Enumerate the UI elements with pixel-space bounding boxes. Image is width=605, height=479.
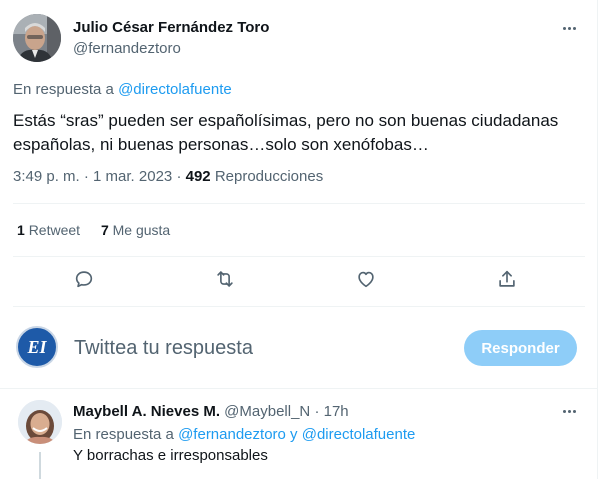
- views-label: Reproducciones: [214, 168, 324, 185]
- divider: [13, 306, 585, 307]
- meta-separator: ·: [176, 168, 182, 185]
- author-handle[interactable]: @fernandeztoro: [73, 40, 181, 57]
- reply-header: Maybell A. Nieves M. @Maybell_N · 17h: [73, 403, 349, 420]
- tweet-thread: Julio César Fernández Toro @fernandeztor…: [0, 0, 598, 479]
- reply-author-handle[interactable]: @Maybell_N: [224, 403, 310, 420]
- retweets-stat[interactable]: 1 Retweet: [17, 222, 84, 238]
- reply-replying-prefix: En respuesta a: [73, 426, 174, 443]
- views-count: 492: [185, 168, 211, 185]
- author-name[interactable]: Julio César Fernández Toro: [73, 19, 269, 36]
- retweets-label: Retweet: [28, 222, 81, 238]
- share-icon: [499, 270, 515, 287]
- replying-to-prefix: En respuesta a: [13, 81, 114, 98]
- likes-stat[interactable]: 7 Me gusta: [101, 222, 170, 238]
- retweets-count: 1: [17, 222, 25, 238]
- reply-more-options-icon[interactable]: [559, 401, 579, 421]
- replying-to-link[interactable]: @directolafuente: [118, 81, 232, 98]
- meta-separator: ·: [83, 168, 89, 185]
- divider: [0, 388, 598, 389]
- reply-submit-button[interactable]: Responder: [464, 330, 577, 366]
- retweet-icon: [217, 271, 233, 287]
- reply-replying-link-2[interactable]: @directolafuente: [302, 426, 416, 443]
- reply-text: Y borrachas e irresponsables: [73, 447, 268, 464]
- divider: [13, 256, 585, 257]
- reply-age[interactable]: 17h: [324, 403, 349, 420]
- tweet-metadata: 3:49 p. m. · 1 mar. 2023 · 492 Reproducc…: [13, 168, 323, 185]
- retweet-button[interactable]: [208, 262, 242, 296]
- tweet-text: Estás “sras” pueden ser españolísimas, p…: [13, 111, 559, 154]
- reply-input[interactable]: [74, 337, 444, 360]
- reply-replying-link-1[interactable]: @fernandeztoro: [178, 426, 286, 443]
- likes-count: 7: [100, 222, 109, 238]
- more-options-icon[interactable]: [559, 18, 579, 38]
- like-icon: [358, 271, 374, 288]
- composer-avatar[interactable]: EI: [16, 326, 58, 368]
- author-avatar[interactable]: [13, 14, 61, 62]
- reply-replying-conjunction: y: [290, 426, 298, 443]
- reply-button[interactable]: [67, 262, 101, 296]
- replying-to: En respuesta a @directolafuente: [13, 81, 232, 98]
- reply-icon: [75, 271, 93, 288]
- tweet-stats: 1 Retweet 7 Me gusta: [17, 222, 170, 238]
- divider: [13, 203, 585, 204]
- composer-avatar-logo: EI: [27, 336, 47, 357]
- author-photo: [13, 14, 61, 62]
- share-button[interactable]: [490, 262, 524, 296]
- likes-label: Me gusta: [112, 222, 171, 238]
- reply-author-name[interactable]: Maybell A. Nieves M.: [73, 403, 220, 420]
- tweet-time[interactable]: 3:49 p. m.: [13, 168, 80, 185]
- thread-line: [39, 452, 41, 479]
- like-button[interactable]: [349, 262, 383, 296]
- tweet-date[interactable]: 1 mar. 2023: [93, 168, 172, 185]
- reply-replying-to: En respuesta a @fernandeztoro y @directo…: [73, 426, 415, 443]
- reply-author-photo: [18, 400, 62, 444]
- reply-separator: ·: [314, 403, 320, 420]
- reply-author-avatar[interactable]: [18, 400, 62, 444]
